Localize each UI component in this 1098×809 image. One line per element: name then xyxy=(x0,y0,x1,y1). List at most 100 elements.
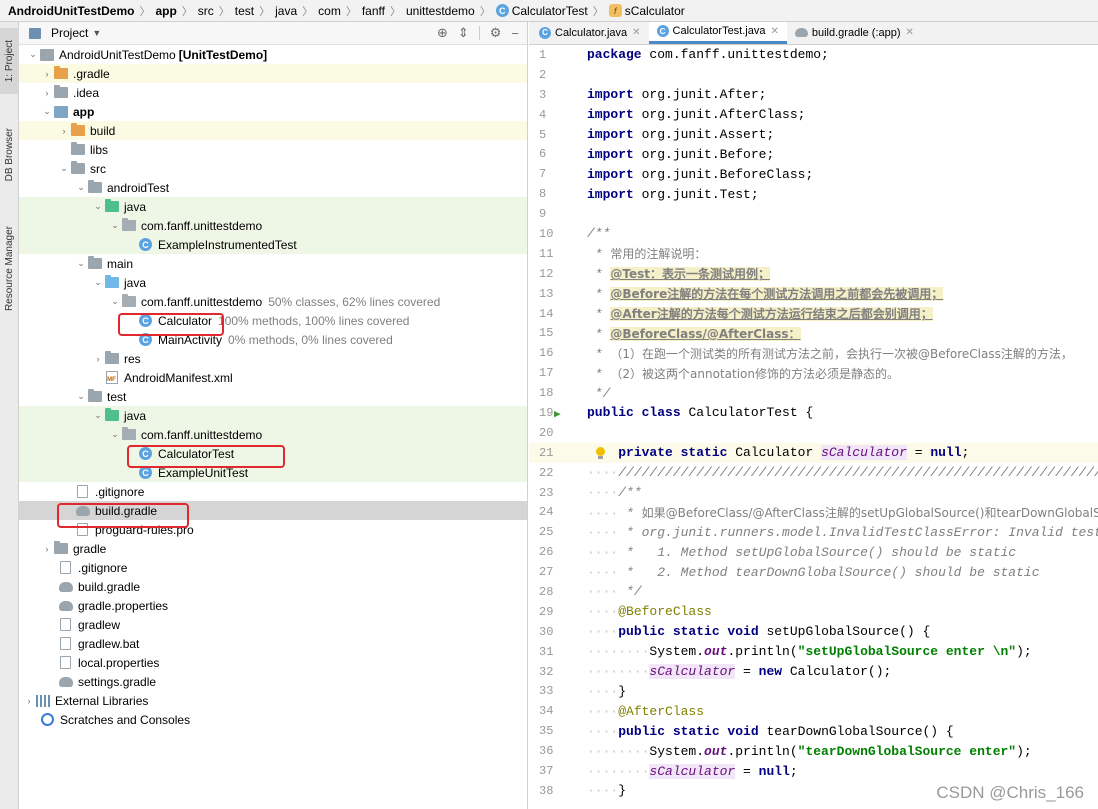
code-line: 30 ····public static void setUpGlobalSour… xyxy=(529,622,1098,642)
breadcrumb-item-field[interactable]: f sCalculator xyxy=(608,4,685,18)
tree-item-label: build xyxy=(90,123,116,138)
close-icon[interactable]: ✕ xyxy=(906,27,914,38)
chevron-right-icon[interactable]: › xyxy=(92,354,104,364)
collapse-all-icon[interactable]: ⇕ xyxy=(458,25,469,41)
tree-item-label: gradlew xyxy=(78,617,121,632)
tree-item-gradlew[interactable]: gradlew xyxy=(19,615,527,634)
tree-item-main-java[interactable]: ⌄ java xyxy=(19,273,527,292)
project-view-selector[interactable]: Project xyxy=(51,26,88,40)
breadcrumb-item-java[interactable]: java xyxy=(275,4,297,18)
chevron-down-icon[interactable]: ⌄ xyxy=(109,429,121,440)
project-tool-button[interactable]: 1: Project xyxy=(0,28,19,94)
tab-calculator-java[interactable]: C Calculator.java ✕ xyxy=(531,22,649,44)
breadcrumb-item-unittestdemo[interactable]: unittestdemo xyxy=(406,4,475,18)
line-number: 17 xyxy=(539,366,554,381)
chevron-right-icon[interactable]: › xyxy=(41,544,53,554)
tab-calculatortest-java[interactable]: C CalculatorTest.java ✕ xyxy=(648,22,787,44)
chevron-right-icon[interactable]: › xyxy=(41,69,53,79)
scratches-icon xyxy=(40,713,55,726)
tree-item-gradle-folder[interactable]: › gradle xyxy=(19,539,527,558)
close-icon[interactable]: ✕ xyxy=(770,26,778,37)
tree-item-app-build-gradle[interactable]: build.gradle xyxy=(19,501,527,520)
tree-item-proguard-rules[interactable]: proguard-rules.pro xyxy=(19,520,527,539)
chevron-down-icon[interactable]: ⌄ xyxy=(92,201,104,212)
tree-item-mainactivity[interactable]: C MainActivity 0% methods, 0% lines cove… xyxy=(19,330,527,349)
string-literal: "setUpGlobalSource enter \n" xyxy=(797,644,1017,660)
tree-item-label: gradle xyxy=(73,541,107,556)
chevron-right-icon[interactable]: › xyxy=(41,88,53,98)
tree-item-local-properties[interactable]: local.properties xyxy=(19,653,527,672)
tree-item-gradle-properties[interactable]: gradle.properties xyxy=(19,596,527,615)
line-number: 13 xyxy=(539,286,554,301)
chevron-down-icon[interactable]: ⌄ xyxy=(109,220,121,231)
tree-item-androidtest-dir[interactable]: ⌄ androidTest xyxy=(19,178,527,197)
tree-item-project-root[interactable]: ⌄ AndroidUnitTestDemo [UnitTestDemo] xyxy=(19,45,527,64)
tree-item-androidtest-package[interactable]: ⌄ com.fanff.unittestdemo xyxy=(19,216,527,235)
run-test-icon[interactable]: ▶ xyxy=(554,407,561,421)
tree-item-app[interactable]: ⌄ app xyxy=(19,102,527,121)
tree-item-build-dir[interactable]: › build xyxy=(19,121,527,140)
comment-text: （2）被这两个annotation修饰的方法必须是静态的。 xyxy=(610,366,899,381)
gradle-icon xyxy=(794,28,808,37)
tab-build-gradle-app[interactable]: build.gradle (:app) ✕ xyxy=(787,22,922,44)
chevron-down-icon[interactable]: ⌄ xyxy=(27,49,39,60)
tree-item-root-gitignore[interactable]: .gitignore xyxy=(19,558,527,577)
resource-manager-tool-button[interactable]: Resource Manager xyxy=(0,214,19,324)
libraries-icon xyxy=(35,694,50,707)
chevron-down-icon[interactable]: ▼ xyxy=(92,28,101,38)
tree-item-test-package[interactable]: ⌄ com.fanff.unittestdemo xyxy=(19,425,527,444)
breadcrumb-item-app[interactable]: app xyxy=(155,4,176,18)
tree-item-src-dir[interactable]: ⌄ src xyxy=(19,159,527,178)
tree-item-gradlew-bat[interactable]: gradlew.bat xyxy=(19,634,527,653)
tree-item-test-java[interactable]: ⌄ java xyxy=(19,406,527,425)
tree-item-androidtest-java[interactable]: ⌄ java xyxy=(19,197,527,216)
breadcrumb-item-com[interactable]: com xyxy=(318,4,341,18)
breadcrumb-item-fanff[interactable]: fanff xyxy=(362,4,385,18)
chevron-down-icon[interactable]: ⌄ xyxy=(92,277,104,288)
code-area[interactable]: 1 package com.fanff.unittestdemo; 2 3 impo… xyxy=(529,45,1098,801)
tree-item-root-build-gradle[interactable]: build.gradle xyxy=(19,577,527,596)
gear-icon[interactable]: ⚙ xyxy=(490,25,502,41)
tree-item-libs-dir[interactable]: libs xyxy=(19,140,527,159)
tree-item-scratches[interactable]: Scratches and Consoles xyxy=(19,710,527,729)
hide-panel-icon[interactable]: − xyxy=(511,26,519,41)
chevron-down-icon[interactable]: ⌄ xyxy=(41,106,53,117)
tree-item-test-dir[interactable]: ⌄ test xyxy=(19,387,527,406)
breadcrumb-item-class[interactable]: C CalculatorTest xyxy=(495,4,588,18)
package-icon xyxy=(121,218,136,232)
breadcrumb-item-test[interactable]: test xyxy=(235,4,254,18)
chevron-down-icon[interactable]: ⌄ xyxy=(109,296,121,307)
tree-item-calculator[interactable]: C Calculator 100% methods, 100% lines co… xyxy=(19,311,527,330)
tree-item-gradle-dir[interactable]: › .gradle xyxy=(19,64,527,83)
class-icon: C xyxy=(656,25,669,37)
chevron-right-icon[interactable]: › xyxy=(58,126,70,136)
tree-item-label: build.gradle xyxy=(95,503,158,518)
breadcrumb-item-project[interactable]: AndroidUnitTestDemo xyxy=(8,4,134,18)
tree-item-android-manifest[interactable]: MF AndroidManifest.xml xyxy=(19,368,527,387)
tree-item-idea-dir[interactable]: › .idea xyxy=(19,83,527,102)
gradle-icon xyxy=(58,675,73,688)
tree-item-main-dir[interactable]: ⌄ main xyxy=(19,254,527,273)
chevron-down-icon[interactable]: ⌄ xyxy=(92,410,104,421)
locate-file-icon[interactable]: ⊕ xyxy=(437,25,448,41)
chevron-down-icon[interactable]: ⌄ xyxy=(75,182,87,193)
tree-item-calculatortest[interactable]: C CalculatorTest xyxy=(19,444,527,463)
tree-item-example-instrumented-test[interactable]: C ExampleInstrumentedTest xyxy=(19,235,527,254)
chevron-down-icon[interactable]: ⌄ xyxy=(58,163,70,174)
chevron-down-icon[interactable]: ⌄ xyxy=(75,258,87,269)
tree-item-label: build.gradle xyxy=(78,579,141,594)
tree-item-settings-gradle[interactable]: settings.gradle xyxy=(19,672,527,691)
tree-item-res-dir[interactable]: › res xyxy=(19,349,527,368)
package-icon xyxy=(121,427,136,441)
tree-item-external-libraries[interactable]: › External Libraries xyxy=(19,691,527,710)
breadcrumb-item-src[interactable]: src xyxy=(198,4,214,18)
close-icon[interactable]: ✕ xyxy=(632,27,640,38)
lightbulb-icon[interactable] xyxy=(595,446,605,459)
db-browser-tool-button[interactable]: DB Browser xyxy=(0,114,19,196)
chevron-down-icon[interactable]: ⌄ xyxy=(75,391,87,402)
chevron-right-icon[interactable]: › xyxy=(23,696,35,706)
tree-item-example-unit-test[interactable]: C ExampleUnitTest xyxy=(19,463,527,482)
tree-item-main-package[interactable]: ⌄ com.fanff.unittestdemo 50% classes, 62… xyxy=(19,292,527,311)
tree-item-app-gitignore[interactable]: .gitignore xyxy=(19,482,527,501)
module-icon xyxy=(53,105,68,118)
